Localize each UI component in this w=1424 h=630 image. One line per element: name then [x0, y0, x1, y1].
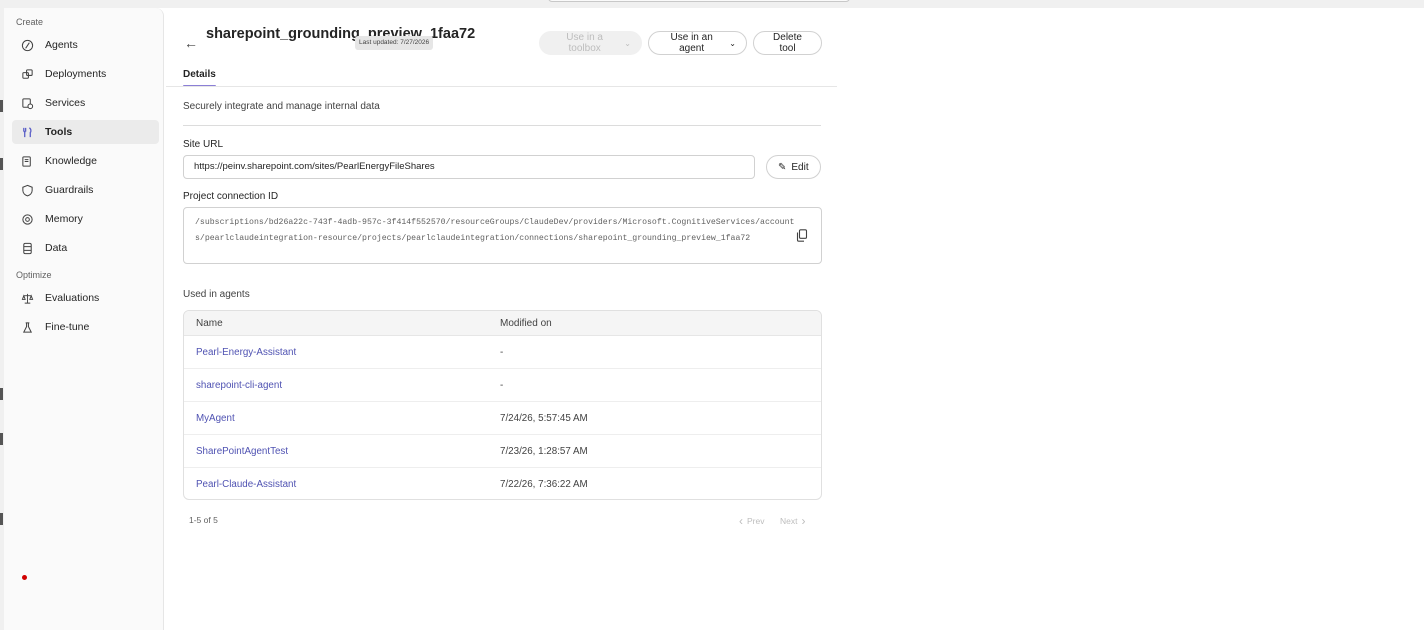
edit-label: Edit — [791, 161, 809, 173]
chevron-left-icon: ‹ — [739, 514, 743, 528]
sidebar-item-label: Fine-tune — [45, 321, 90, 333]
table-row[interactable]: Pearl-Claude-Assistant 7/22/26, 7:36:22 … — [184, 468, 821, 499]
data-icon — [20, 241, 34, 255]
prev-label: Prev — [747, 516, 765, 526]
section-divider — [183, 125, 821, 126]
fine-tune-icon — [20, 320, 34, 334]
tab-details[interactable]: Details — [183, 69, 216, 80]
agent-name-link[interactable]: SharePointAgentTest — [184, 446, 500, 457]
deployments-icon — [20, 67, 34, 81]
sidebar-item-knowledge[interactable]: Knowledge — [12, 149, 159, 173]
knowledge-icon — [20, 154, 34, 168]
delete-tool-button[interactable]: Delete tool — [753, 31, 822, 55]
recording-indicator-dot — [22, 575, 27, 580]
edit-button[interactable]: ✎ Edit — [766, 155, 821, 179]
tool-description: Securely integrate and manage internal d… — [183, 101, 380, 112]
modified-on-cell: - — [500, 346, 504, 358]
table-row[interactable]: MyAgent 7/24/26, 5:57:45 AM — [184, 402, 821, 435]
sidebar-item-services[interactable]: Services — [12, 91, 159, 115]
table-header: Name Modified on — [184, 311, 821, 336]
table-row[interactable]: Pearl-Energy-Assistant - — [184, 336, 821, 369]
agent-name-link[interactable]: Pearl-Claude-Assistant — [184, 479, 500, 490]
use-in-agent-button[interactable]: Use in an agent ⌄ — [648, 31, 747, 55]
sidebar-item-deployments[interactable]: Deployments — [12, 62, 159, 86]
connection-id-field[interactable]: /subscriptions/bd26a22c-743f-4adb-957c-3… — [183, 207, 822, 264]
sidebar-item-label: Data — [45, 242, 68, 254]
chevron-down-icon: ⌄ — [624, 38, 631, 48]
sidebar-item-tools[interactable]: Tools — [12, 120, 159, 144]
use-in-agent-label: Use in an agent — [670, 32, 713, 54]
last-updated-badge: Last updated: 7/27/2026 — [355, 36, 434, 50]
prev-page-button[interactable]: ‹ Prev — [735, 514, 764, 528]
sidebar-item-memory[interactable]: Memory — [12, 207, 159, 231]
connection-id-label: Project connection ID — [183, 191, 279, 202]
sidebar-section-optimize: Optimize — [16, 270, 52, 280]
sidebar: Create Agents Deployments Services Tools… — [4, 8, 164, 630]
sidebar-item-label: Evaluations — [45, 292, 100, 304]
modified-on-cell: - — [500, 379, 504, 391]
tab-divider — [166, 86, 837, 87]
address-pill — [548, 0, 850, 2]
tools-icon — [20, 125, 34, 139]
sidebar-item-label: Services — [45, 97, 86, 109]
page-title: sharepoint_grounding_preview_1faa72 — [206, 26, 476, 42]
table-row[interactable]: SharePointAgentTest 7/23/26, 1:28:57 AM — [184, 435, 821, 468]
modified-on-cell: 7/22/26, 7:36:22 AM — [500, 479, 588, 490]
back-arrow-icon[interactable]: ← — [184, 35, 198, 51]
copy-icon[interactable] — [796, 229, 808, 242]
sidebar-item-evaluations[interactable]: Evaluations — [12, 286, 159, 310]
agent-name-link[interactable]: sharepoint-cli-agent — [184, 380, 500, 391]
table-row[interactable]: sharepoint-cli-agent - — [184, 369, 821, 402]
used-in-agents-title: Used in agents — [183, 289, 250, 300]
column-header-name[interactable]: Name — [184, 318, 500, 329]
chevron-down-icon: ⌄ — [729, 38, 736, 48]
site-url-label: Site URL — [183, 139, 224, 150]
use-in-toolbox-label: Use in a toolbox — [566, 32, 603, 54]
use-in-toolbox-button[interactable]: Use in a toolbox ⌄ — [539, 31, 642, 55]
agents-icon — [20, 38, 34, 52]
site-url-field[interactable]: https://peinv.sharepoint.com/sites/Pearl… — [183, 155, 755, 179]
sidebar-item-agents[interactable]: Agents — [12, 33, 159, 57]
sidebar-item-fine-tune[interactable]: Fine-tune — [12, 315, 159, 339]
modified-on-cell: 7/23/26, 1:28:57 AM — [500, 445, 588, 457]
evaluations-icon — [20, 291, 34, 305]
memory-icon — [20, 212, 34, 226]
agent-name-link[interactable]: MyAgent — [184, 413, 500, 424]
pencil-icon: ✎ — [778, 161, 787, 173]
browser-top-strip — [0, 0, 1424, 8]
next-page-button[interactable]: Next › — [780, 514, 809, 528]
sidebar-item-label: Tools — [45, 126, 73, 138]
agent-name-link[interactable]: Pearl-Energy-Assistant — [184, 347, 500, 358]
services-icon — [20, 96, 34, 110]
chevron-right-icon: › — [801, 514, 806, 528]
next-label: Next — [780, 516, 798, 526]
column-header-modified[interactable]: Modified on — [500, 318, 552, 329]
sidebar-item-label: Agents — [45, 39, 78, 51]
sidebar-item-label: Knowledge — [45, 155, 97, 167]
pagination-count: 1-5 of 5 — [189, 515, 218, 525]
sidebar-item-label: Guardrails — [45, 184, 94, 196]
agents-table: Name Modified on Pearl-Energy-Assistant … — [183, 310, 822, 500]
main-content: ← sharepoint_grounding_preview_1faa72 La… — [166, 8, 1424, 630]
guardrails-icon — [20, 183, 34, 197]
sidebar-item-label: Deployments — [45, 68, 107, 80]
modified-on-cell: 7/24/26, 5:57:45 AM — [500, 412, 588, 424]
sidebar-section-create: Create — [16, 17, 44, 27]
sidebar-item-guardrails[interactable]: Guardrails — [12, 178, 159, 202]
sidebar-item-label: Memory — [45, 213, 83, 225]
sidebar-item-data[interactable]: Data — [12, 236, 159, 260]
